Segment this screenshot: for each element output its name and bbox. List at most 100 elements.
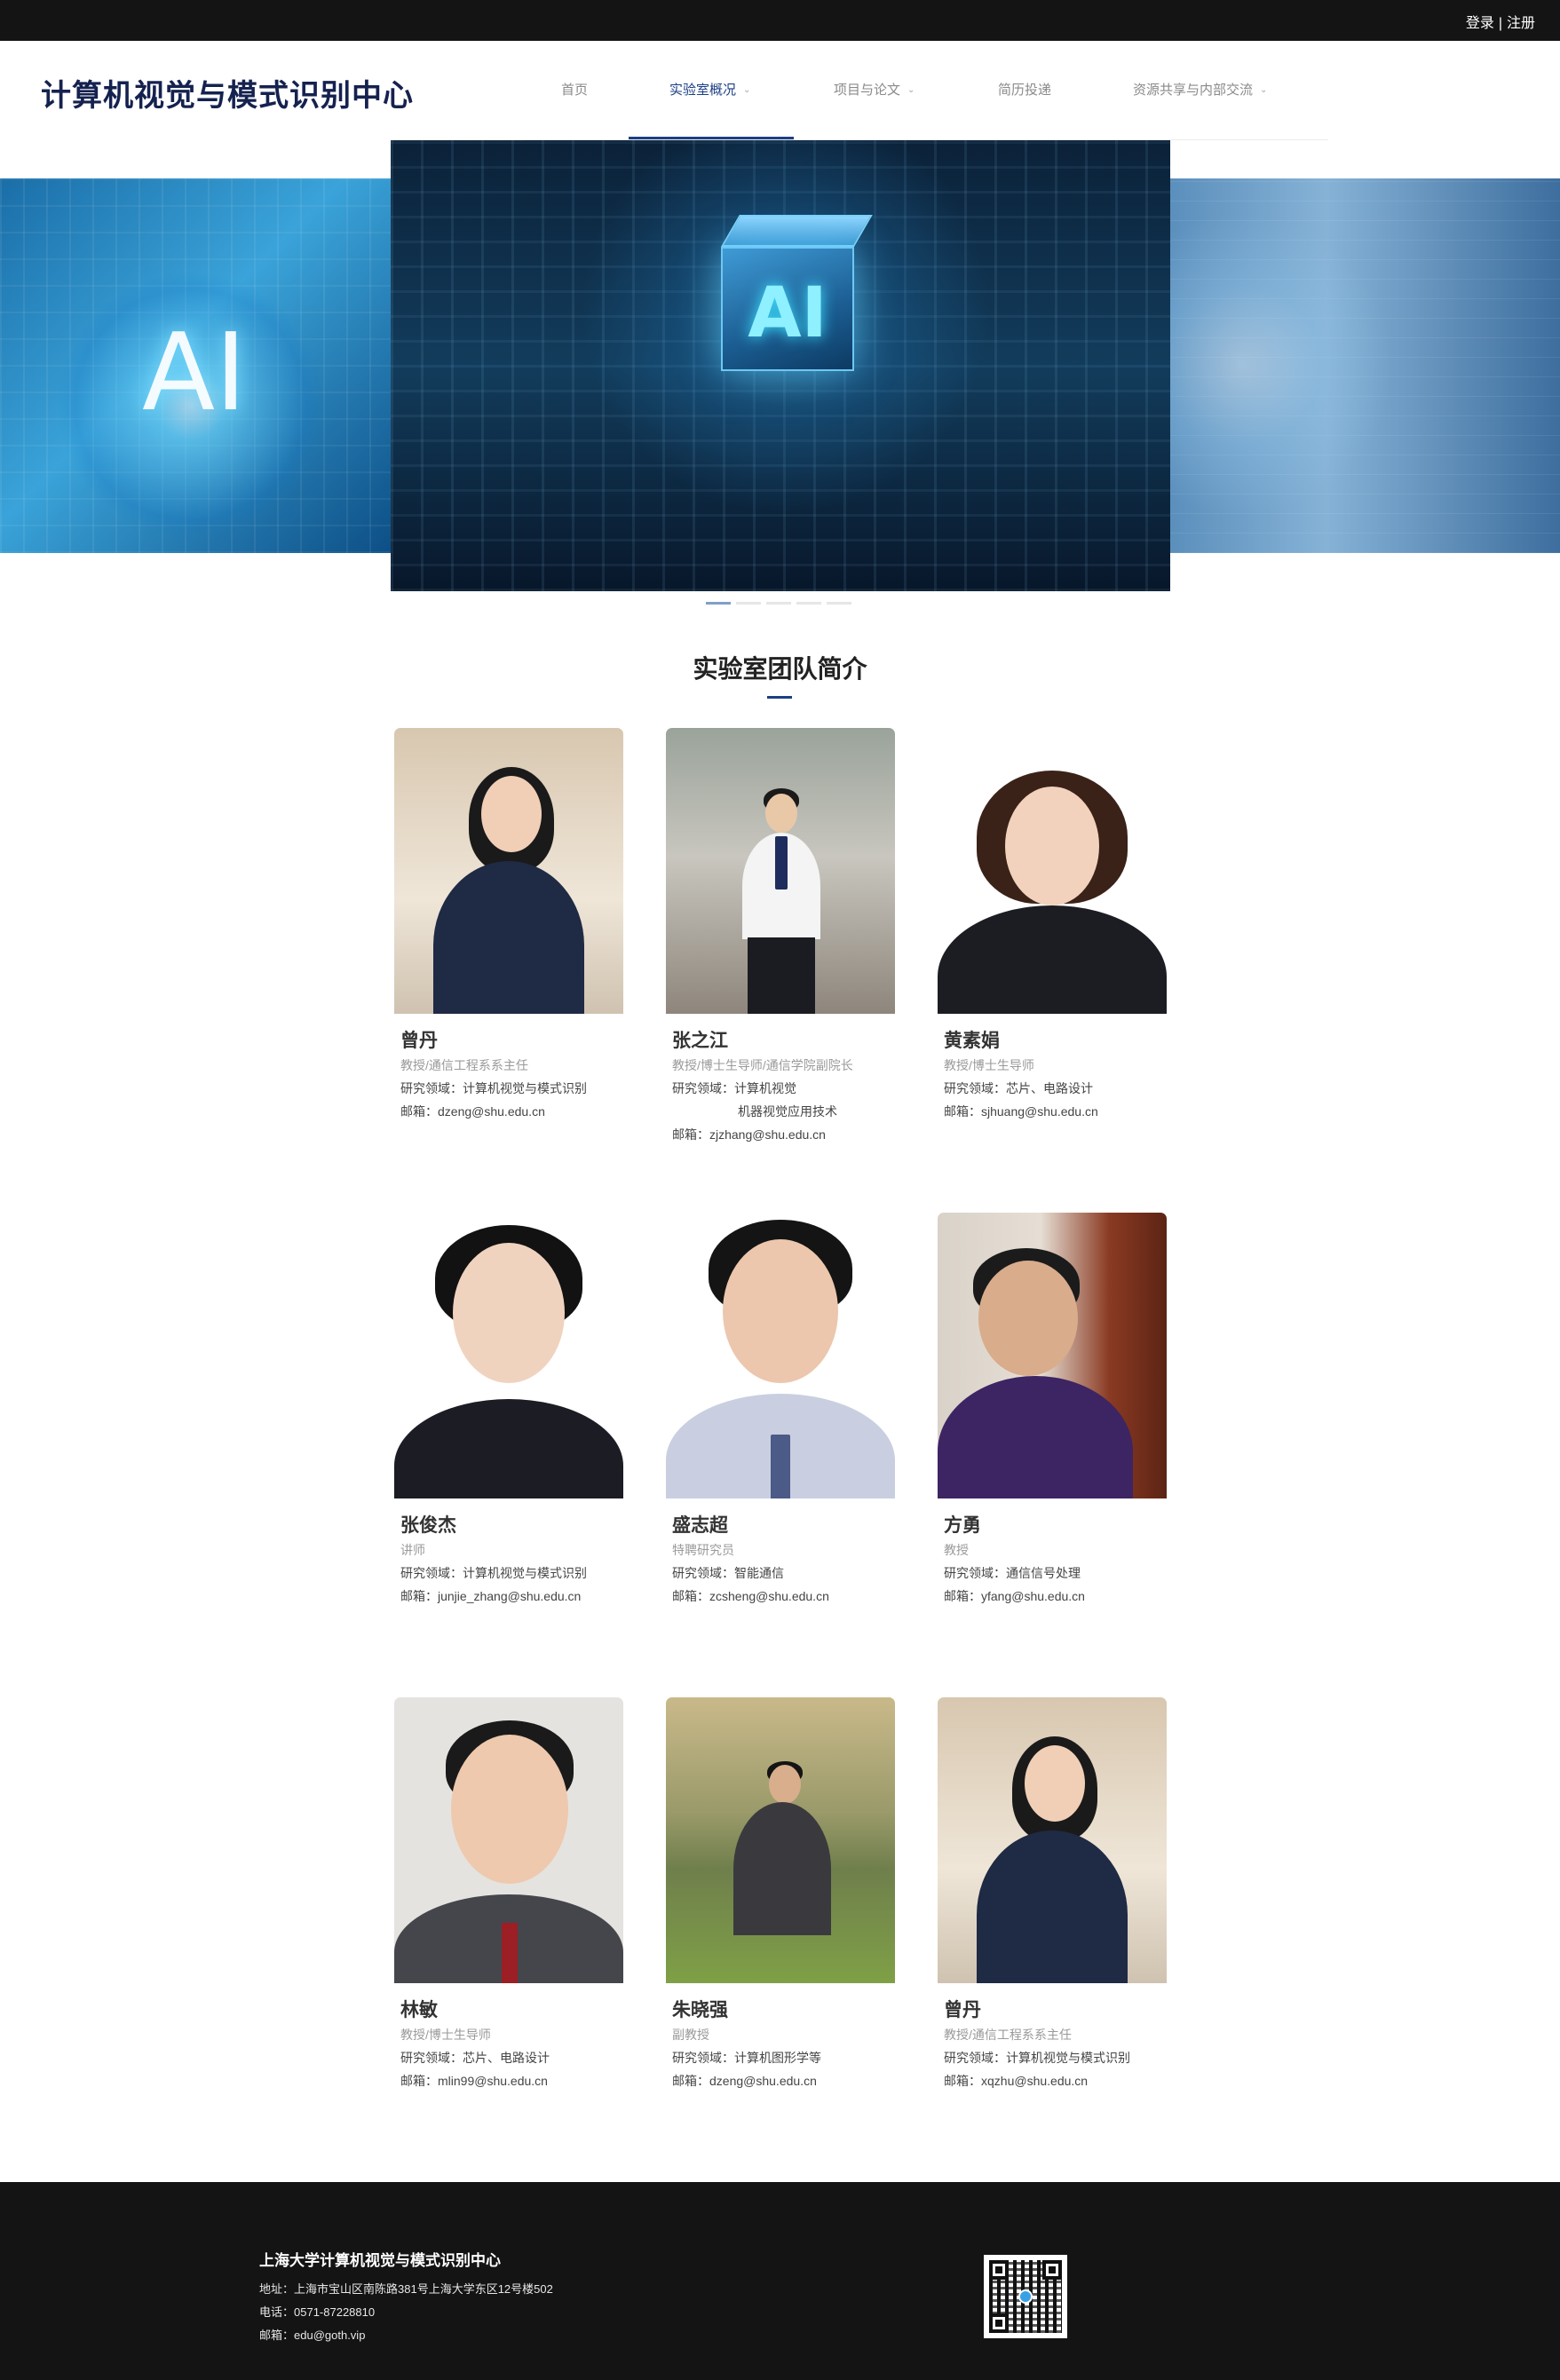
member-research-extra: 机器视觉应用技术 bbox=[738, 1104, 837, 1119]
member-research: 研究领域：芯片、电路设计 bbox=[944, 1081, 1093, 1095]
photo-face bbox=[723, 1239, 838, 1383]
member-photo bbox=[938, 1697, 1167, 1983]
member-email[interactable]: 邮箱：zcsheng@shu.edu.cn bbox=[672, 1587, 895, 1605]
member-title: 教授 bbox=[944, 1543, 969, 1557]
member-email[interactable]: 邮箱：zjzhang@shu.edu.cn bbox=[672, 1126, 895, 1143]
member-title: 教授/博士生导师/通信学院副院长 bbox=[672, 1058, 853, 1072]
nav-item-resources[interactable]: 资源共享与内部交流 ⌄ bbox=[1133, 80, 1267, 99]
slide-ai-text: AI bbox=[748, 273, 828, 353]
photo-face bbox=[765, 794, 797, 833]
member-title: 特聘研究员 bbox=[672, 1543, 734, 1557]
member-name: 张之江 bbox=[672, 1031, 728, 1051]
nav-item-lab-overview[interactable]: 实验室概况 ⌄ bbox=[669, 80, 750, 99]
footer-email[interactable]: 邮箱：edu@goth.vip bbox=[259, 2326, 365, 2343]
team-card[interactable]: 黄素娟 教授/博士生导师 研究领域：芯片、电路设计 邮箱：sjhuang@shu… bbox=[938, 728, 1167, 1120]
team-card[interactable]: 曾丹 教授/通信工程系系主任 研究领域：计算机视觉与模式识别 邮箱：xqzhu@… bbox=[938, 1697, 1167, 2090]
member-email[interactable]: 邮箱：xqzhu@shu.edu.cn bbox=[944, 2072, 1167, 2090]
team-card[interactable]: 曾丹 教授/通信工程系系主任 研究领域：计算机视觉与模式识别 邮箱：dzeng@… bbox=[394, 728, 623, 1120]
photo-face bbox=[451, 1735, 568, 1884]
carousel-dot[interactable] bbox=[796, 602, 821, 605]
carousel-dot[interactable] bbox=[766, 602, 791, 605]
chevron-down-icon: ⌄ bbox=[907, 85, 915, 95]
member-title: 教授/通信工程系系主任 bbox=[400, 1058, 528, 1072]
site-footer: 上海大学计算机视觉与模式识别中心 地址：上海市宝山区南陈路381号上海大学东区1… bbox=[0, 2182, 1560, 2380]
member-name: 林敏 bbox=[400, 2000, 438, 2020]
member-email[interactable]: 邮箱：junjie_zhang@shu.edu.cn bbox=[400, 1587, 623, 1605]
member-email[interactable]: 邮箱：dzeng@shu.edu.cn bbox=[672, 2072, 895, 2090]
team-card[interactable]: 张之江 教授/博士生导师/通信学院副院长 研究领域：计算机视觉 机器视觉应用技术… bbox=[666, 728, 895, 1143]
site-header: 计算机视觉与模式识别中心 首页 实验室概况 ⌄ 项目与论文 ⌄ 简历投递 资源共享与… bbox=[0, 41, 1560, 140]
photo-face bbox=[1005, 787, 1099, 905]
qr-finder bbox=[989, 2313, 1009, 2333]
nav-item-projects-papers[interactable]: 项目与论文 ⌄ bbox=[834, 80, 915, 99]
nav-item-label: 项目与论文 bbox=[834, 83, 901, 98]
photo-body bbox=[433, 861, 584, 1014]
nav-item-resume[interactable]: 简历投递 bbox=[998, 80, 1051, 99]
footer-org-name: 上海大学计算机视觉与模式识别中心 bbox=[259, 2252, 501, 2269]
member-name: 方勇 bbox=[944, 1515, 981, 1536]
member-name: 黄素娟 bbox=[944, 1031, 1000, 1051]
auth-links: 登录 | 注册 bbox=[1466, 11, 1535, 32]
member-photo bbox=[666, 1213, 895, 1498]
photo-trousers bbox=[748, 937, 815, 1014]
member-photo bbox=[938, 728, 1167, 1014]
hero-carousel[interactable]: AI AI bbox=[0, 140, 1560, 613]
member-name: 朱晓强 bbox=[672, 2000, 728, 2020]
carousel-prev-slide[interactable]: AI bbox=[0, 178, 391, 553]
carousel-next-slide[interactable] bbox=[1170, 178, 1560, 553]
photo-body bbox=[733, 1802, 831, 1935]
carousel-current-slide[interactable]: AI bbox=[391, 140, 1170, 591]
photo-face bbox=[453, 1243, 565, 1383]
photo-body bbox=[938, 905, 1167, 1014]
photo-face bbox=[1025, 1745, 1085, 1822]
section-title-underline bbox=[767, 696, 792, 699]
footer-phone: 电话：0571-87228810 bbox=[259, 2305, 376, 2319]
photo-tie bbox=[502, 1923, 518, 1983]
member-research: 研究领域：智能通信 bbox=[672, 1566, 784, 1580]
member-title: 教授/博士生导师 bbox=[944, 1058, 1034, 1072]
team-card[interactable]: 林敏 教授/博士生导师 研究领域：芯片、电路设计 邮箱：mlin99@shu.e… bbox=[394, 1697, 623, 2090]
member-title: 教授/博士生导师 bbox=[400, 2028, 491, 2042]
member-photo bbox=[666, 1697, 895, 1983]
team-card[interactable]: 盛志超 特聘研究员 研究领域：智能通信 邮箱：zcsheng@shu.edu.c… bbox=[666, 1213, 895, 1605]
member-photo bbox=[666, 728, 895, 1014]
nav-active-indicator bbox=[629, 137, 794, 139]
member-email[interactable]: 邮箱：mlin99@shu.edu.cn bbox=[400, 2072, 623, 2090]
register-link[interactable]: 注册 bbox=[1507, 16, 1535, 31]
login-link[interactable]: 登录 bbox=[1466, 16, 1494, 31]
member-photo bbox=[394, 728, 623, 1014]
auth-separator: | bbox=[1498, 16, 1502, 31]
photo-face bbox=[978, 1261, 1078, 1376]
photo-face bbox=[481, 776, 542, 852]
photo-tie bbox=[775, 836, 788, 890]
member-research: 研究领域：芯片、电路设计 bbox=[400, 2051, 550, 2065]
member-email[interactable]: 邮箱：yfang@shu.edu.cn bbox=[944, 1587, 1167, 1605]
site-title[interactable]: 计算机视觉与模式识别中心 bbox=[41, 71, 414, 115]
member-name: 曾丹 bbox=[944, 2000, 981, 2020]
qr-center-logo bbox=[1018, 2289, 1033, 2304]
member-email[interactable]: 邮箱：sjhuang@shu.edu.cn bbox=[944, 1103, 1167, 1120]
member-email[interactable]: 邮箱：dzeng@shu.edu.cn bbox=[400, 1103, 623, 1120]
member-title: 副教授 bbox=[672, 2028, 709, 2042]
ai-chip-cube-top bbox=[721, 215, 873, 247]
member-photo bbox=[394, 1697, 623, 1983]
team-card[interactable]: 张俊杰 讲师 研究领域：计算机视觉与模式识别 邮箱：junjie_zhang@s… bbox=[394, 1213, 623, 1605]
nav-item-home[interactable]: 首页 bbox=[561, 80, 588, 99]
chevron-down-icon: ⌄ bbox=[1260, 85, 1268, 95]
top-bar: 登录 | 注册 bbox=[0, 0, 1560, 41]
photo-body bbox=[977, 1830, 1128, 1983]
member-name: 盛志超 bbox=[672, 1515, 728, 1536]
photo-tie bbox=[771, 1435, 790, 1498]
member-title: 教授/通信工程系系主任 bbox=[944, 2028, 1072, 2042]
section-title: 实验室团队简介 bbox=[693, 655, 867, 683]
main-nav: 首页 实验室概况 ⌄ 项目与论文 ⌄ 简历投递 资源共享与内部交流 ⌄ bbox=[524, 41, 1328, 140]
carousel-dot[interactable] bbox=[736, 602, 761, 605]
carousel-dot[interactable] bbox=[706, 602, 731, 605]
team-card[interactable]: 方勇 教授 研究领域：通信信号处理 邮箱：yfang@shu.edu.cn bbox=[938, 1213, 1167, 1605]
slide-ai-text: AI bbox=[142, 312, 247, 435]
carousel-dot[interactable] bbox=[827, 602, 851, 605]
photo-body bbox=[394, 1399, 623, 1498]
team-card[interactable]: 朱晓强 副教授 研究领域：计算机图形学等 邮箱：dzeng@shu.edu.cn bbox=[666, 1697, 895, 2090]
member-photo bbox=[394, 1213, 623, 1498]
member-research: 研究领域：计算机图形学等 bbox=[672, 2051, 821, 2065]
